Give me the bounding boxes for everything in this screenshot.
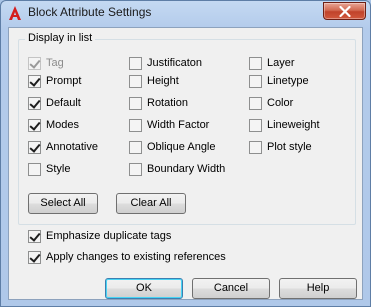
group-title: Display in list	[25, 32, 96, 44]
close-button[interactable]	[323, 2, 366, 20]
checkbox-label: Color	[267, 97, 294, 109]
checkbox-label: Linetype	[267, 75, 309, 87]
checkbox-box[interactable]	[249, 56, 262, 70]
emphasize-duplicate-tags-checkbox[interactable]: Emphasize duplicate tags	[28, 229, 171, 243]
checkbox-box[interactable]	[28, 229, 41, 243]
checkbox-label: Default	[46, 97, 81, 109]
justification-checkbox[interactable]: Justificaton	[129, 56, 202, 70]
checkbox-label: Prompt	[46, 75, 82, 87]
checkbox-label: Style	[46, 163, 71, 175]
checkbox-label: Apply changes to existing references	[46, 251, 226, 263]
checkbox-box[interactable]	[129, 56, 142, 70]
checkbox-box[interactable]	[28, 250, 41, 264]
linetype-checkbox[interactable]: Linetype	[249, 74, 309, 88]
block-attribute-settings-dialog: Block Attribute Settings Display in list…	[0, 0, 371, 307]
checkbox-label: Emphasize duplicate tags	[46, 230, 172, 242]
checkbox-label: Height	[147, 75, 179, 87]
modes-checkbox[interactable]: Modes	[28, 118, 79, 132]
clear-all-button[interactable]: Clear All	[116, 193, 186, 214]
oblique-angle-checkbox[interactable]: Oblique Angle	[129, 140, 216, 154]
close-icon	[339, 6, 351, 17]
layer-checkbox[interactable]: Layer	[249, 56, 295, 70]
checkbox-label: Lineweight	[267, 119, 320, 131]
checkbox-box[interactable]	[249, 140, 262, 154]
checkbox-label: Plot style	[267, 141, 312, 153]
autocad-logo-icon	[7, 5, 23, 21]
checkbox-box[interactable]	[28, 74, 41, 88]
help-button[interactable]: Help	[279, 278, 357, 299]
checkbox-box[interactable]	[28, 56, 41, 70]
tag-checkbox[interactable]: Tag	[28, 56, 64, 70]
checkbox-label: Annotative	[46, 141, 98, 153]
checkbox-label: Justificaton	[147, 57, 203, 69]
plot-style-checkbox[interactable]: Plot style	[249, 140, 312, 154]
apply-changes-checkbox[interactable]: Apply changes to existing references	[28, 250, 226, 264]
checkbox-box[interactable]	[28, 140, 41, 154]
checkbox-label: Width Factor	[147, 119, 210, 131]
checkbox-box[interactable]	[28, 162, 41, 176]
width-factor-checkbox[interactable]: Width Factor	[129, 118, 209, 132]
title-bar[interactable]: Block Attribute Settings	[1, 1, 370, 27]
checkbox-label: Oblique Angle	[147, 141, 216, 153]
checkbox-box[interactable]	[249, 74, 262, 88]
window-title: Block Attribute Settings	[28, 5, 152, 19]
style-checkbox[interactable]: Style	[28, 162, 70, 176]
checkbox-box[interactable]	[129, 96, 142, 110]
color-checkbox[interactable]: Color	[249, 96, 293, 110]
cancel-button[interactable]: Cancel	[192, 278, 270, 299]
ok-button[interactable]: OK	[105, 278, 183, 299]
checkbox-label: Layer	[267, 57, 295, 69]
height-checkbox[interactable]: Height	[129, 74, 179, 88]
prompt-checkbox[interactable]: Prompt	[28, 74, 81, 88]
checkbox-box[interactable]	[28, 118, 41, 132]
checkbox-box[interactable]	[249, 96, 262, 110]
default-checkbox[interactable]: Default	[28, 96, 81, 110]
checkbox-box[interactable]	[129, 118, 142, 132]
dialog-body: Display in list Tag Prompt Default Modes…	[8, 27, 363, 300]
annotative-checkbox[interactable]: Annotative	[28, 140, 98, 154]
checkbox-label: Modes	[46, 119, 80, 131]
select-all-button[interactable]: Select All	[28, 193, 98, 214]
boundary-width-checkbox[interactable]: Boundary Width	[129, 162, 225, 176]
lineweight-checkbox[interactable]: Lineweight	[249, 118, 320, 132]
checkbox-label: Boundary Width	[147, 163, 226, 175]
rotation-checkbox[interactable]: Rotation	[129, 96, 188, 110]
checkbox-label: Rotation	[147, 97, 188, 109]
checkbox-box[interactable]	[129, 74, 142, 88]
checkbox-box[interactable]	[249, 118, 262, 132]
checkbox-box[interactable]	[129, 162, 142, 176]
checkbox-box[interactable]	[28, 96, 41, 110]
checkbox-label: Tag	[46, 57, 64, 69]
checkbox-box[interactable]	[129, 140, 142, 154]
